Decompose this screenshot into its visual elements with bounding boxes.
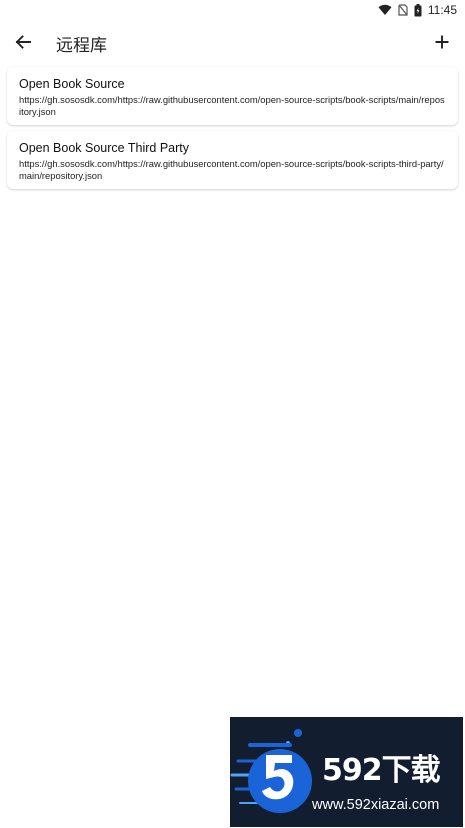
- repository-name: Open Book Source: [19, 77, 125, 91]
- repository-card[interactable]: Open Book Source Third Party https://gh.…: [7, 131, 458, 189]
- watermark-logo-icon: [230, 729, 312, 813]
- app-bar: 远程库: [0, 24, 465, 60]
- watermark-brand: 592下载: [322, 753, 441, 788]
- repository-name: Open Book Source Third Party: [19, 141, 189, 155]
- page-title: 远程库: [56, 36, 107, 56]
- status-time: 11:45: [427, 3, 457, 17]
- repository-card[interactable]: Open Book Source https://gh.sososdk.com/…: [7, 67, 458, 125]
- sim-off-icon: [398, 4, 408, 16]
- watermark-url: www.592xiazai.com: [312, 797, 440, 813]
- wifi-icon: [378, 4, 392, 16]
- arrow-left-icon: [15, 35, 31, 49]
- back-button[interactable]: [10, 29, 36, 55]
- status-bar: 11:45: [0, 0, 465, 20]
- repository-list: Open Book Source https://gh.sososdk.com/…: [7, 67, 458, 195]
- add-repository-button[interactable]: [429, 29, 455, 55]
- site-watermark: 592下载 www.592xiazai.com: [230, 717, 463, 827]
- plus-icon: [435, 35, 449, 49]
- repository-url: https://gh.sososdk.com/https://raw.githu…: [19, 94, 445, 117]
- repository-url: https://gh.sososdk.com/https://raw.githu…: [19, 158, 444, 181]
- battery-charging-icon: [414, 3, 422, 17]
